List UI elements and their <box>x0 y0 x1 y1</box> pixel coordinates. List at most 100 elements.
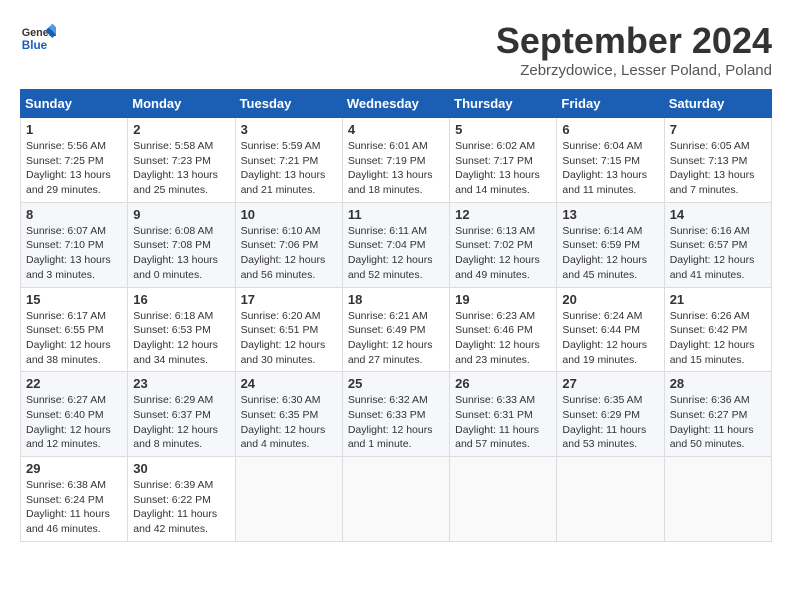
calendar-cell: 1 Sunrise: 5:56 AM Sunset: 7:25 PM Daylig… <box>21 118 128 203</box>
day-info: Sunrise: 6:08 AM Sunset: 7:08 PM Dayligh… <box>133 224 229 283</box>
day-info: Sunrise: 6:33 AM Sunset: 6:31 PM Dayligh… <box>455 393 551 452</box>
day-number: 16 <box>133 292 229 307</box>
day-info: Sunrise: 6:10 AM Sunset: 7:06 PM Dayligh… <box>241 224 337 283</box>
day-number: 30 <box>133 461 229 476</box>
weekday-header-tuesday: Tuesday <box>235 90 342 118</box>
day-info: Sunrise: 6:35 AM Sunset: 6:29 PM Dayligh… <box>562 393 658 452</box>
day-info: Sunrise: 6:04 AM Sunset: 7:15 PM Dayligh… <box>562 139 658 198</box>
calendar-week-2: 8 Sunrise: 6:07 AM Sunset: 7:10 PM Daylig… <box>21 202 772 287</box>
calendar-header-row: SundayMondayTuesdayWednesdayThursdayFrid… <box>21 90 772 118</box>
calendar-cell: 10 Sunrise: 6:10 AM Sunset: 7:06 PM Dayli… <box>235 202 342 287</box>
calendar-cell: 17 Sunrise: 6:20 AM Sunset: 6:51 PM Dayli… <box>235 287 342 372</box>
calendar-cell <box>450 457 557 542</box>
calendar-cell: 14 Sunrise: 6:16 AM Sunset: 6:57 PM Dayli… <box>664 202 771 287</box>
day-number: 19 <box>455 292 551 307</box>
day-number: 21 <box>670 292 766 307</box>
day-info: Sunrise: 6:07 AM Sunset: 7:10 PM Dayligh… <box>26 224 122 283</box>
day-info: Sunrise: 6:17 AM Sunset: 6:55 PM Dayligh… <box>26 309 122 368</box>
calendar-cell: 4Sunrise: 6:01 AM Sunset: 7:19 PM Daylig… <box>342 118 449 203</box>
day-number: 15 <box>26 292 122 307</box>
calendar-week-1: 1 Sunrise: 5:56 AM Sunset: 7:25 PM Daylig… <box>21 118 772 203</box>
day-number: 2 <box>133 122 229 137</box>
calendar-cell: 3 Sunrise: 5:59 AM Sunset: 7:21 PM Daylig… <box>235 118 342 203</box>
day-number: 7 <box>670 122 766 137</box>
calendar-cell: 13 Sunrise: 6:14 AM Sunset: 6:59 PM Dayli… <box>557 202 664 287</box>
calendar-cell: 30 Sunrise: 6:39 AM Sunset: 6:22 PM Dayli… <box>128 457 235 542</box>
day-number: 24 <box>241 376 337 391</box>
calendar-cell: 26 Sunrise: 6:33 AM Sunset: 6:31 PM Dayli… <box>450 372 557 457</box>
calendar-cell: 22 Sunrise: 6:27 AM Sunset: 6:40 PM Dayli… <box>21 372 128 457</box>
day-info: Sunrise: 6:29 AM Sunset: 6:37 PM Dayligh… <box>133 393 229 452</box>
day-number: 25 <box>348 376 444 391</box>
day-info: Sunrise: 5:58 AM Sunset: 7:23 PM Dayligh… <box>133 139 229 198</box>
calendar-cell: 29Sunrise: 6:38 AM Sunset: 6:24 PM Dayli… <box>21 457 128 542</box>
day-info: Sunrise: 6:16 AM Sunset: 6:57 PM Dayligh… <box>670 224 766 283</box>
day-number: 18 <box>348 292 444 307</box>
day-number: 26 <box>455 376 551 391</box>
day-number: 13 <box>562 207 658 222</box>
day-number: 1 <box>26 122 122 137</box>
weekday-header-sunday: Sunday <box>21 90 128 118</box>
day-info: Sunrise: 6:18 AM Sunset: 6:53 PM Dayligh… <box>133 309 229 368</box>
calendar-cell: 2 Sunrise: 5:58 AM Sunset: 7:23 PM Daylig… <box>128 118 235 203</box>
day-info: Sunrise: 6:23 AM Sunset: 6:46 PM Dayligh… <box>455 309 551 368</box>
day-info: Sunrise: 5:59 AM Sunset: 7:21 PM Dayligh… <box>241 139 337 198</box>
day-info: Sunrise: 6:30 AM Sunset: 6:35 PM Dayligh… <box>241 393 337 452</box>
calendar-table: SundayMondayTuesdayWednesdayThursdayFrid… <box>20 89 772 542</box>
day-info: Sunrise: 6:24 AM Sunset: 6:44 PM Dayligh… <box>562 309 658 368</box>
day-info: Sunrise: 6:32 AM Sunset: 6:33 PM Dayligh… <box>348 393 444 452</box>
calendar-cell: 25 Sunrise: 6:32 AM Sunset: 6:33 PM Dayli… <box>342 372 449 457</box>
month-title: September 2024 <box>496 20 772 62</box>
calendar-cell <box>557 457 664 542</box>
day-number: 8 <box>26 207 122 222</box>
calendar-cell <box>342 457 449 542</box>
day-number: 14 <box>670 207 766 222</box>
calendar-cell: 16 Sunrise: 6:18 AM Sunset: 6:53 PM Dayli… <box>128 287 235 372</box>
day-number: 28 <box>670 376 766 391</box>
calendar-cell: 20 Sunrise: 6:24 AM Sunset: 6:44 PM Dayli… <box>557 287 664 372</box>
day-number: 20 <box>562 292 658 307</box>
calendar-cell: 19 Sunrise: 6:23 AM Sunset: 6:46 PM Dayli… <box>450 287 557 372</box>
calendar-cell: 5Sunrise: 6:02 AM Sunset: 7:17 PM Daylig… <box>450 118 557 203</box>
calendar-cell: 6Sunrise: 6:04 AM Sunset: 7:15 PM Daylig… <box>557 118 664 203</box>
day-number: 22 <box>26 376 122 391</box>
svg-text:Blue: Blue <box>22 39 48 52</box>
weekday-header-monday: Monday <box>128 90 235 118</box>
calendar-cell: 7Sunrise: 6:05 AM Sunset: 7:13 PM Daylig… <box>664 118 771 203</box>
day-info: Sunrise: 6:14 AM Sunset: 6:59 PM Dayligh… <box>562 224 658 283</box>
day-number: 11 <box>348 207 444 222</box>
day-number: 10 <box>241 207 337 222</box>
day-number: 17 <box>241 292 337 307</box>
day-info: Sunrise: 6:26 AM Sunset: 6:42 PM Dayligh… <box>670 309 766 368</box>
calendar-cell: 21 Sunrise: 6:26 AM Sunset: 6:42 PM Dayli… <box>664 287 771 372</box>
weekday-header-friday: Friday <box>557 90 664 118</box>
calendar-cell: 8 Sunrise: 6:07 AM Sunset: 7:10 PM Daylig… <box>21 202 128 287</box>
calendar-cell <box>235 457 342 542</box>
day-info: Sunrise: 6:21 AM Sunset: 6:49 PM Dayligh… <box>348 309 444 368</box>
calendar-week-4: 22 Sunrise: 6:27 AM Sunset: 6:40 PM Dayli… <box>21 372 772 457</box>
logo: General Blue <box>20 20 56 56</box>
logo-icon: General Blue <box>20 20 56 56</box>
day-number: 4 <box>348 122 444 137</box>
calendar-cell: 18 Sunrise: 6:21 AM Sunset: 6:49 PM Dayli… <box>342 287 449 372</box>
day-info: Sunrise: 6:27 AM Sunset: 6:40 PM Dayligh… <box>26 393 122 452</box>
calendar-cell: 24 Sunrise: 6:30 AM Sunset: 6:35 PM Dayli… <box>235 372 342 457</box>
calendar-cell: 11 Sunrise: 6:11 AM Sunset: 7:04 PM Dayli… <box>342 202 449 287</box>
day-info: Sunrise: 6:39 AM Sunset: 6:22 PM Dayligh… <box>133 478 229 537</box>
weekday-header-saturday: Saturday <box>664 90 771 118</box>
calendar-week-5: 29Sunrise: 6:38 AM Sunset: 6:24 PM Dayli… <box>21 457 772 542</box>
day-info: Sunrise: 6:11 AM Sunset: 7:04 PM Dayligh… <box>348 224 444 283</box>
day-number: 27 <box>562 376 658 391</box>
day-number: 3 <box>241 122 337 137</box>
weekday-header-thursday: Thursday <box>450 90 557 118</box>
day-info: Sunrise: 6:20 AM Sunset: 6:51 PM Dayligh… <box>241 309 337 368</box>
day-info: Sunrise: 5:56 AM Sunset: 7:25 PM Dayligh… <box>26 139 122 198</box>
calendar-cell: 28Sunrise: 6:36 AM Sunset: 6:27 PM Dayli… <box>664 372 771 457</box>
day-number: 23 <box>133 376 229 391</box>
calendar-cell: 12Sunrise: 6:13 AM Sunset: 7:02 PM Dayli… <box>450 202 557 287</box>
location: Zebrzydowice, Lesser Poland, Poland <box>496 62 772 79</box>
page-header: General Blue September 2024 Zebrzydowice… <box>20 20 772 79</box>
calendar-cell: 15 Sunrise: 6:17 AM Sunset: 6:55 PM Dayli… <box>21 287 128 372</box>
day-number: 5 <box>455 122 551 137</box>
calendar-cell: 9Sunrise: 6:08 AM Sunset: 7:08 PM Daylig… <box>128 202 235 287</box>
